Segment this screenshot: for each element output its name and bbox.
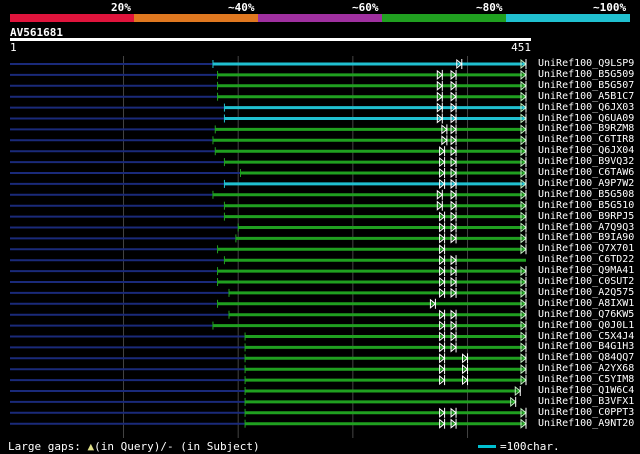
footer-gaps-legend: Large gaps: ▲(in Query)/- (in Subject)	[8, 440, 260, 453]
gaps-label: Large gaps:	[8, 440, 88, 453]
hit-row[interactable]	[10, 91, 527, 102]
hit-name-link[interactable]: UniRef100_C5X4J4	[538, 331, 634, 342]
hit-row[interactable]	[10, 342, 527, 353]
hit-row[interactable]	[10, 69, 527, 80]
percent-label: ~80%	[476, 1, 503, 14]
hit-row[interactable]	[10, 135, 527, 146]
hit-row[interactable]	[10, 320, 527, 331]
percent-label: ~40%	[228, 1, 255, 14]
scale-label: =100char.	[500, 440, 560, 453]
hit-row[interactable]	[10, 200, 527, 211]
hit-name-link[interactable]: UniRef100_Q6UA09	[538, 113, 634, 124]
hit-name-link[interactable]: UniRef100_B5G507	[538, 80, 634, 91]
hit-name-link[interactable]: UniRef100_B5G509	[538, 69, 634, 80]
hit-name-link[interactable]: UniRef100_Q9MA41	[538, 265, 634, 276]
hit-name-link[interactable]: UniRef100_Q84QQ7	[538, 352, 634, 363]
hit-name-link[interactable]: UniRef100_B5G508	[538, 189, 634, 200]
query-ruler: 1 451	[10, 41, 531, 54]
hit-row[interactable]	[10, 385, 522, 397]
ruler-start: 1	[10, 41, 17, 54]
hit-name-link[interactable]: UniRef100_B3VFX1	[538, 396, 634, 407]
hit-row[interactable]	[10, 113, 527, 124]
hit-row[interactable]	[10, 353, 527, 364]
hit-row[interactable]	[10, 298, 527, 309]
color-segment	[10, 14, 134, 22]
color-segment	[506, 14, 630, 22]
hit-row[interactable]	[10, 255, 526, 266]
hit-name-link[interactable]: UniRef100_B9RZM8	[538, 123, 634, 134]
hit-row[interactable]	[10, 157, 527, 168]
hit-name-link[interactable]: UniRef100_C6TIR8	[538, 134, 634, 145]
hit-row[interactable]	[10, 80, 527, 91]
hit-name-link[interactable]: UniRef100_A9NT20	[538, 418, 634, 429]
hit-row[interactable]	[10, 124, 527, 135]
gaps-text: (in Query)/- (in Subject)	[94, 440, 260, 453]
hit-row[interactable]	[10, 233, 527, 244]
hit-name-link[interactable]: UniRef100_Q7X701	[538, 243, 634, 254]
hit-row[interactable]	[10, 189, 527, 200]
hit-row[interactable]	[10, 58, 527, 70]
hit-row[interactable]	[10, 287, 527, 298]
hit-row[interactable]	[10, 331, 527, 342]
hit-name-link[interactable]: UniRef100_C0PPT3	[538, 407, 634, 418]
percent-label: ~60%	[352, 1, 379, 14]
color-segment	[258, 14, 382, 22]
hit-name-link[interactable]: UniRef100_C6TD22	[538, 254, 634, 265]
hit-row[interactable]	[10, 375, 527, 386]
hit-name-link[interactable]: UniRef100_C6TAW6	[538, 167, 634, 178]
hit-row[interactable]	[10, 276, 527, 288]
percent-label: 20%	[111, 1, 131, 14]
hit-name-link[interactable]: UniRef100_A2Q575	[538, 287, 634, 298]
hit-name-link[interactable]: UniRef100_Q9LSP9	[538, 58, 634, 69]
hit-name-link[interactable]: UniRef100_B9VQ32	[538, 156, 634, 167]
hit-name-link[interactable]: UniRef100_A7Q9Q3	[538, 222, 634, 233]
hit-row[interactable]	[10, 211, 527, 222]
hit-name-link[interactable]: UniRef100_B4G1H3	[538, 341, 634, 352]
color-segment	[382, 14, 506, 22]
hit-row[interactable]	[10, 102, 527, 113]
scale-line-icon	[478, 445, 496, 448]
hit-row[interactable]	[10, 396, 517, 407]
footer-scale: =100char.	[478, 440, 560, 453]
hit-row[interactable]	[10, 418, 527, 429]
hit-name-link[interactable]: UniRef100_Q76KW5	[538, 309, 634, 320]
hit-name-link[interactable]: UniRef100_C5YIM8	[538, 374, 634, 385]
hit-row[interactable]	[10, 167, 527, 179]
query-bar	[10, 38, 531, 41]
hit-row[interactable]	[10, 178, 527, 189]
hit-name-link[interactable]: UniRef100_C0SUT2	[538, 276, 634, 287]
hit-row[interactable]	[10, 309, 527, 320]
hit-name-link[interactable]: UniRef100_Q6JX03	[538, 102, 634, 113]
color-segment	[134, 14, 258, 22]
hit-name-link[interactable]: UniRef100_A8IXW1	[538, 298, 634, 309]
hit-name-link[interactable]: UniRef100_B5G510	[538, 200, 634, 211]
identity-color-bar	[10, 14, 630, 22]
hit-name-link[interactable]: UniRef100_A5B1C7	[538, 91, 634, 102]
hit-name-link[interactable]: UniRef100_A9P7W2	[538, 178, 634, 189]
hit-name-link[interactable]: UniRef100_Q1W6C4	[538, 385, 634, 396]
ruler-end: 451	[511, 41, 531, 54]
percent-label: ~100%	[593, 1, 627, 14]
hit-row[interactable]	[10, 244, 527, 255]
hit-row[interactable]	[10, 407, 527, 418]
hit-row[interactable]	[10, 364, 527, 375]
hit-name-link[interactable]: UniRef100_Q6JX04	[538, 145, 634, 156]
hit-name-link[interactable]: UniRef100_B9IA90	[538, 232, 634, 243]
hit-row[interactable]	[10, 146, 527, 157]
hit-name-link[interactable]: UniRef100_B9RPJ5	[538, 211, 634, 222]
hit-name-link[interactable]: UniRef100_A2YX68	[538, 363, 634, 374]
percent-legend: 20% ~40% ~60% ~80% ~100%	[0, 0, 640, 14]
hit-name-link[interactable]: UniRef100_Q0J0L1	[538, 320, 634, 331]
hit-row[interactable]	[10, 222, 527, 233]
hit-row[interactable]	[10, 266, 527, 277]
